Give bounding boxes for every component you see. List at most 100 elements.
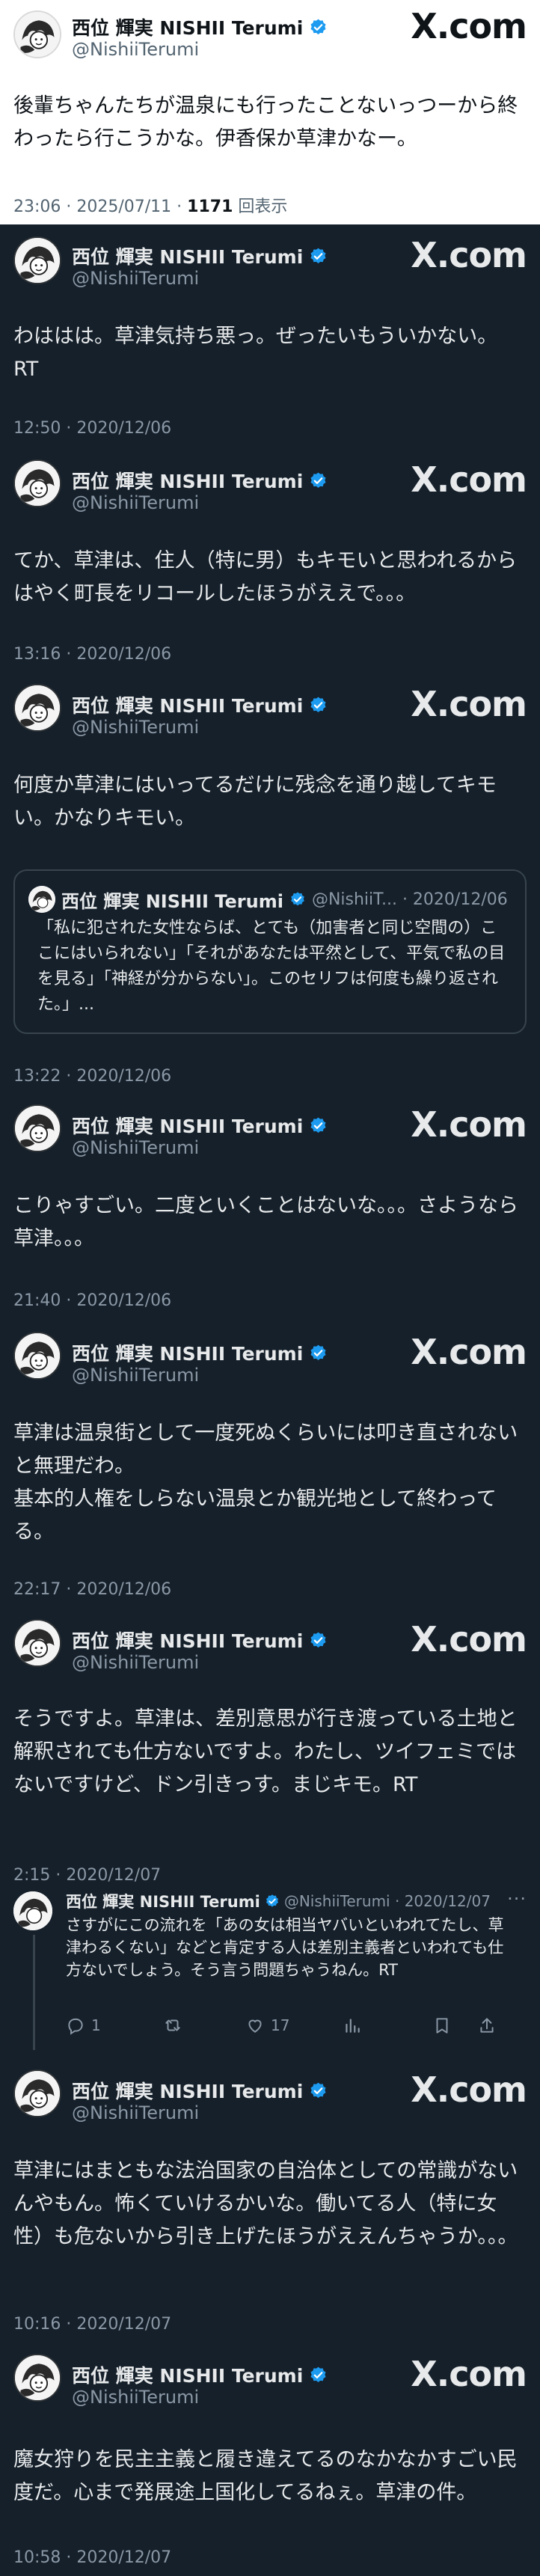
post-card[interactable]: 西位 輝実 NISHII Terumi @NishiiTerumi X.com … xyxy=(0,447,540,673)
x-logo-text: X.com xyxy=(411,2354,527,2394)
more-options-icon[interactable]: ··· xyxy=(507,1888,527,1909)
verified-badge-icon xyxy=(309,696,328,715)
author-name[interactable]: 西位 輝実 NISHII Terumi xyxy=(72,242,303,269)
verified-badge-icon xyxy=(265,1894,280,1909)
reply-text: さすがにこの流れを「あの女は相当ヤバいといわれてたし、草津わるくない」などと肯定… xyxy=(66,1916,504,1979)
reply-count: 1 xyxy=(91,2016,101,2034)
avatar-illustration-icon xyxy=(15,12,60,57)
view-count: 1171 xyxy=(187,198,233,216)
author-name[interactable]: 西位 輝実 NISHII Terumi xyxy=(72,1112,303,1139)
repost-button[interactable] xyxy=(163,2016,245,2035)
verified-badge-icon xyxy=(309,2081,328,2100)
bookmark-button[interactable] xyxy=(432,2016,477,2035)
verified-badge-icon xyxy=(309,2366,328,2384)
author-handle[interactable]: @NishiiTerumi xyxy=(72,39,199,60)
post-card[interactable]: 西位 輝実 NISHII Terumi @NishiiTerumi X.com … xyxy=(0,2050,540,2342)
thread-reply[interactable]: 西位 輝実 NISHII Terumi @NishiiTerumi · 2020… xyxy=(0,1884,540,2050)
avatar[interactable] xyxy=(13,2354,61,2402)
avatar-illustration-icon xyxy=(13,1891,52,1930)
post-timestamp[interactable]: 10:58 · 2020/12/07 xyxy=(13,2548,171,2567)
post-card[interactable]: 西位 輝実 NISHII Terumi @NishiiTerumi X.com … xyxy=(0,1092,540,1320)
post-card[interactable]: 西位 輝実 NISHII Terumi @NishiiTerumi X.com … xyxy=(0,1320,540,1607)
analytics-button[interactable] xyxy=(343,2016,432,2035)
avatar[interactable] xyxy=(13,459,61,507)
author-name[interactable]: 西位 輝実 NISHII Terumi xyxy=(72,13,303,40)
comment-icon xyxy=(68,2018,83,2035)
x-logo[interactable]: X.com xyxy=(411,1332,527,1372)
quoted-post[interactable]: 西位 輝実 NISHII Terumi @NishiiT... · 2020/1… xyxy=(13,869,527,1034)
post-card[interactable]: 西位 輝実 NISHII Terumi @NishiiTerumi X.com … xyxy=(0,2342,540,2576)
author-name[interactable]: 西位 輝実 NISHII Terumi xyxy=(72,467,303,494)
x-logo-text: X.com xyxy=(411,1619,527,1659)
author-name[interactable]: 西位 輝実 NISHII Terumi xyxy=(72,691,303,718)
post-card[interactable]: 西位 輝実 NISHII Terumi @NishiiTerumi X.com … xyxy=(0,673,540,1092)
x-logo[interactable]: X.com xyxy=(411,684,527,724)
author-handle[interactable]: @NishiiTerumi xyxy=(72,717,199,738)
x-logo[interactable]: X.com xyxy=(411,235,527,275)
author-name[interactable]: 西位 輝実 NISHII Terumi xyxy=(72,1627,303,1653)
share-icon xyxy=(480,2018,494,2033)
thread-connector xyxy=(33,1935,35,2050)
bookmark-icon xyxy=(436,2018,448,2034)
view-count-label: 回表示 xyxy=(233,198,288,216)
author-handle[interactable]: @NishiiTerumi xyxy=(72,2387,199,2408)
post-timestamp[interactable]: 22:17 · 2020/12/06 xyxy=(13,1580,171,1599)
like-count: 17 xyxy=(271,2016,290,2034)
avatar[interactable] xyxy=(13,1104,61,1152)
repost-icon xyxy=(165,2019,180,2031)
page: 西位 輝実 NISHII Terumi @NishiiTerumi X.com … xyxy=(0,0,540,2576)
reply-avatar[interactable] xyxy=(13,1891,52,1930)
x-logo[interactable]: X.com xyxy=(411,2354,527,2394)
author-name[interactable]: 西位 輝実 NISHII Terumi xyxy=(72,2361,303,2388)
quoted-avatar[interactable] xyxy=(28,886,55,913)
post-timestamp[interactable]: 10:16 · 2020/12/07 xyxy=(13,2315,171,2334)
author-name-row: 西位 輝実 NISHII Terumi xyxy=(72,2077,328,2104)
author-name[interactable]: 西位 輝実 NISHII Terumi xyxy=(72,2077,303,2104)
avatar[interactable] xyxy=(13,1332,61,1380)
x-logo[interactable]: X.com xyxy=(411,459,527,500)
like-button[interactable]: 17 xyxy=(245,2016,343,2035)
avatar[interactable] xyxy=(13,2069,61,2117)
author-handle[interactable]: @NishiiTerumi xyxy=(72,268,199,289)
analytics-icon xyxy=(346,2019,360,2033)
x-logo[interactable]: X.com xyxy=(411,2069,527,2110)
reply-handle-date: @NishiiTerumi · 2020/12/07 xyxy=(283,1892,491,1910)
avatar-illustration-icon xyxy=(15,238,60,283)
post-timestamp[interactable]: 2:15 · 2020/12/07 xyxy=(13,1866,161,1885)
post-timestamp[interactable]: 23:06 · 2025/07/11 · xyxy=(13,198,187,216)
verified-badge-icon xyxy=(309,247,328,266)
avatar[interactable] xyxy=(13,1619,61,1667)
avatar-illustration-icon xyxy=(15,685,60,730)
author-handle[interactable]: @NishiiTerumi xyxy=(72,1137,199,1158)
post-card[interactable]: 西位 輝実 NISHII Terumi @NishiiTerumi X.com … xyxy=(0,224,540,447)
quoted-handle-date: @NishiiT... · 2020/12/06 xyxy=(311,890,508,909)
avatar[interactable] xyxy=(13,10,61,58)
author-name-row: 西位 輝実 NISHII Terumi xyxy=(72,2361,328,2388)
quoted-post-text: 「私に犯された女性ならば、とても（加害者と同じ空間の）ここにはいられない」「それ… xyxy=(37,919,506,1014)
author-name-row: 西位 輝実 NISHII Terumi xyxy=(72,467,328,494)
x-logo[interactable]: X.com xyxy=(411,1619,527,1659)
author-name-row: 西位 輝実 NISHII Terumi xyxy=(72,1627,328,1653)
post-meta: 23:06 · 2025/07/11 · 1171 回表示 xyxy=(13,193,287,217)
avatar-illustration-icon xyxy=(15,1621,60,1665)
share-button[interactable] xyxy=(477,2016,507,2035)
reply-button[interactable]: 1 xyxy=(66,2016,163,2035)
top-post-card[interactable]: 西位 輝実 NISHII Terumi @NishiiTerumi X.com … xyxy=(0,0,540,224)
avatar[interactable] xyxy=(13,236,61,284)
quoted-post-header: 西位 輝実 NISHII Terumi @NishiiT... · 2020/1… xyxy=(28,886,508,913)
author-handle[interactable]: @NishiiTerumi xyxy=(72,1652,199,1673)
post-timestamp[interactable]: 13:22 · 2020/12/06 xyxy=(13,1067,171,1086)
author-handle[interactable]: @NishiiTerumi xyxy=(72,2102,199,2123)
x-logo[interactable]: X.com xyxy=(411,6,527,46)
post-timestamp[interactable]: 21:40 · 2020/12/06 xyxy=(13,1291,171,1310)
post-timestamp[interactable]: 13:16 · 2020/12/06 xyxy=(13,645,171,664)
post-card[interactable]: 西位 輝実 NISHII Terumi @NishiiTerumi X.com … xyxy=(0,1607,540,2050)
author-handle[interactable]: @NishiiTerumi xyxy=(72,492,199,513)
timeline-screenshot: 西位 輝実 NISHII Terumi @NishiiTerumi X.com … xyxy=(0,224,540,2576)
author-handle[interactable]: @NishiiTerumi xyxy=(72,1365,199,1386)
x-logo[interactable]: X.com xyxy=(411,1104,527,1145)
author-name[interactable]: 西位 輝実 NISHII Terumi xyxy=(72,1339,303,1366)
avatar[interactable] xyxy=(13,684,61,732)
avatar-illustration-icon xyxy=(28,886,55,913)
post-timestamp[interactable]: 12:50 · 2020/12/06 xyxy=(13,419,171,438)
